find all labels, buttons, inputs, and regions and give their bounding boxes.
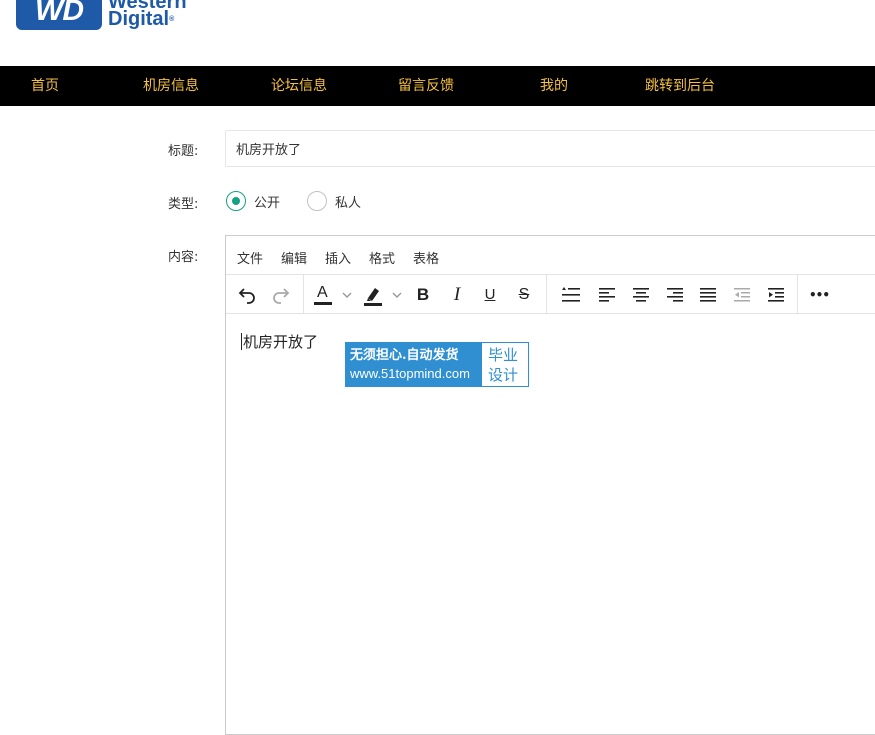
- underline-button[interactable]: U: [479, 282, 501, 308]
- content-label: 内容:: [168, 250, 199, 265]
- align-justify-button[interactable]: [697, 282, 719, 308]
- text-caret: [241, 333, 242, 350]
- radio-private-circle[interactable]: [307, 191, 327, 211]
- more-button[interactable]: •••: [808, 282, 830, 308]
- watermark-left: 无须担心.自动发货 www.51topmind.com: [346, 343, 482, 386]
- editor-menubar: 文件 编辑 插入 格式 表格: [226, 236, 875, 275]
- menu-format[interactable]: 格式: [369, 248, 395, 267]
- radio-public-label: 公开: [254, 195, 281, 211]
- undo-button[interactable]: [236, 282, 258, 308]
- chevron-down-icon: [392, 292, 402, 298]
- underline-icon: U: [484, 286, 496, 303]
- nav-item-home[interactable]: 首页: [31, 66, 59, 106]
- menu-insert[interactable]: 插入: [325, 248, 351, 267]
- radio-private-label: 私人: [335, 195, 362, 211]
- font-color-button[interactable]: A: [312, 282, 334, 308]
- editor-text: 机房开放了: [243, 333, 319, 351]
- header: WD Western Digital®: [0, 0, 875, 66]
- logo-mark: WD: [16, 0, 102, 30]
- nav-item-admin[interactable]: 跳转到后台: [645, 66, 715, 106]
- more-icon: •••: [808, 288, 830, 302]
- highlighter-icon: [364, 288, 382, 306]
- align-left-button[interactable]: [596, 282, 618, 308]
- type-label: 类型:: [168, 197, 199, 212]
- nav-item-rooms[interactable]: 机房信息: [143, 66, 199, 106]
- outdent-button[interactable]: [731, 282, 753, 308]
- nav-item-mine[interactable]: 我的: [540, 66, 568, 106]
- italic-icon: I: [453, 284, 461, 305]
- editor-toolbar: A B I U S •••: [226, 275, 875, 314]
- rich-text-editor: 文件 编辑 插入 格式 表格 A B I U S ••• 机房开放了: [225, 235, 875, 735]
- indent-icon: [768, 288, 784, 302]
- watermark-right: 毕业 设计: [482, 343, 528, 386]
- chevron-down-icon: [342, 292, 352, 298]
- toolbar-separator: [797, 275, 798, 314]
- outdent-icon: [734, 288, 750, 302]
- menu-edit[interactable]: 编辑: [281, 248, 307, 267]
- watermark-right1: 毕业: [488, 345, 519, 364]
- align-right-button[interactable]: [664, 282, 686, 308]
- toolbar-separator: [303, 275, 304, 314]
- logo-reg: ®: [169, 16, 175, 23]
- font-color-letter: A: [317, 284, 328, 301]
- align-center-button[interactable]: [630, 282, 652, 308]
- align-left-icon: [599, 288, 615, 302]
- align-justify-icon: [700, 288, 716, 302]
- redo-icon: [273, 288, 290, 304]
- watermark-line2: www.51topmind.com: [350, 365, 470, 381]
- strikethrough-icon: S: [518, 286, 530, 303]
- radio-private[interactable]: 私人: [307, 191, 361, 211]
- font-color-dropdown[interactable]: [340, 282, 354, 308]
- strikethrough-button[interactable]: S: [513, 282, 535, 308]
- align-right-icon: [667, 288, 683, 302]
- menu-file[interactable]: 文件: [237, 248, 263, 267]
- logo-line2: Digital: [108, 8, 170, 30]
- indent-button[interactable]: [765, 282, 787, 308]
- title-input[interactable]: [225, 130, 875, 167]
- redo-button[interactable]: [270, 282, 292, 308]
- navbar: 首页 机房信息 论坛信息 留言反馈 我的 跳转到后台: [0, 66, 875, 106]
- highlight-button[interactable]: [362, 282, 384, 308]
- menu-table[interactable]: 表格: [413, 248, 439, 267]
- toolbar-separator: [546, 275, 547, 314]
- line-height-button[interactable]: [560, 282, 582, 308]
- nav-item-forum[interactable]: 论坛信息: [271, 66, 327, 106]
- highlight-dropdown[interactable]: [390, 282, 404, 308]
- undo-icon: [238, 288, 255, 304]
- title-label: 标题:: [168, 144, 199, 159]
- watermark-badge: 无须担心.自动发货 www.51topmind.com 毕业 设计: [345, 342, 529, 387]
- watermark-right2: 设计: [488, 365, 519, 384]
- watermark-line1: 无须担心.自动发货: [350, 347, 459, 363]
- western-digital-logo[interactable]: WD Western Digital®: [16, 0, 187, 30]
- nav-item-feedback[interactable]: 留言反馈: [398, 66, 454, 106]
- align-center-icon: [633, 288, 649, 302]
- italic-button[interactable]: I: [446, 282, 468, 308]
- logo-text: Western Digital®: [108, 0, 187, 30]
- line-height-icon: [562, 287, 580, 302]
- bold-icon: B: [416, 285, 430, 304]
- bold-button[interactable]: B: [412, 282, 434, 308]
- radio-public-circle[interactable]: [226, 191, 246, 211]
- radio-public[interactable]: 公开: [226, 191, 280, 211]
- editor-content[interactable]: 机房开放了: [241, 331, 318, 352]
- font-color-icon: A: [314, 284, 332, 306]
